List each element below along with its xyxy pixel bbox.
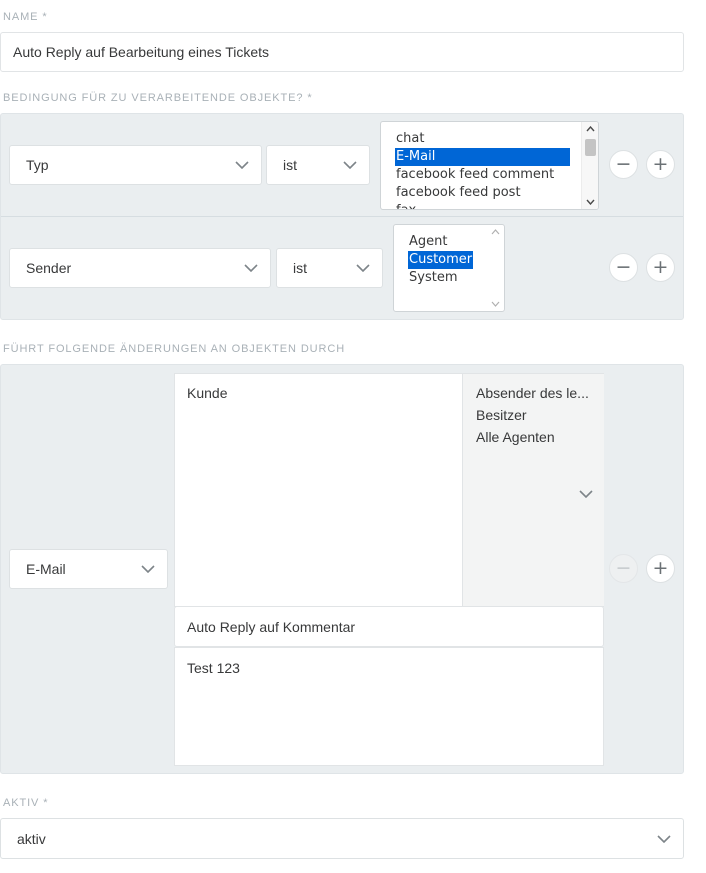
condition-2-value-listbox[interactable]: Agent Customer System [393,224,505,312]
list-option[interactable]: Agent [408,233,448,251]
scroll-down-icon[interactable] [491,301,500,307]
condition-1-value-listbox[interactable]: chat E-Mail facebook feed comment facebo… [380,121,599,210]
condition-1-attribute-select[interactable]: Typ [9,145,262,185]
minus-icon: − [615,153,632,175]
remove-action-button: − [609,554,638,583]
list-option[interactable]: fax [395,202,417,209]
add-condition-1-button[interactable]: + [646,150,675,179]
condition-2-operator-select[interactable]: ist [276,248,383,288]
condition-2-attribute-value: Sender [26,260,72,276]
active-value: aktiv [17,830,46,847]
remove-condition-1-button[interactable]: − [609,150,638,179]
plus-icon: + [652,153,669,175]
condition-2-operator-value: ist [293,260,307,276]
plus-icon: + [652,256,669,278]
active-select[interactable]: aktiv [0,818,684,859]
add-condition-2-button[interactable]: + [646,253,675,282]
name-input-value: Auto Reply auf Bearbeitung eines Tickets [13,44,270,60]
condition-2-attribute-select[interactable]: Sender [9,248,271,288]
list-option-selected[interactable]: E-Mail [395,148,570,166]
scrollbar-thumb[interactable] [585,139,596,156]
active-label: AKTIV * [3,797,49,809]
chevron-down-icon [356,264,370,272]
conditions-divider [1,216,683,217]
minus-icon: − [615,557,632,579]
condition-1-operator-select[interactable]: ist [266,145,370,185]
name-input[interactable]: Auto Reply auf Bearbeitung eines Tickets [0,32,684,72]
scroll-up-icon[interactable] [586,126,595,132]
chevron-down-icon [343,161,357,169]
add-action-button[interactable]: + [646,554,675,583]
recipient-selected-item[interactable]: Kunde [187,385,227,401]
scroll-down-icon[interactable] [586,199,595,205]
action-type-value: E-Mail [26,561,66,577]
actions-label: FÜHRT FOLGENDE ÄNDERUNGEN AN OBJEKTEN DU… [3,343,346,355]
chevron-down-icon [657,835,671,843]
action-type-select[interactable]: E-Mail [9,549,168,589]
name-label: NAME * [3,11,48,23]
chevron-down-icon [141,565,155,573]
minus-icon: − [615,256,632,278]
chevron-down-icon [235,161,249,169]
body-textarea[interactable]: Test 123 [174,647,604,766]
recipient-options-list[interactable]: Absender des le... Besitzer Alle Agenten [462,374,604,606]
subject-input[interactable]: Auto Reply auf Kommentar [174,606,604,647]
condition-1-attribute-value: Typ [26,157,49,173]
remove-condition-2-button[interactable]: − [609,253,638,282]
actions-panel: E-Mail Kunde Absender des le... Besitzer… [0,364,684,774]
scroll-up-icon[interactable] [491,229,500,235]
conditions-panel: Typ ist chat E-Mail facebook feed commen… [0,113,684,320]
chevron-down-icon[interactable] [579,490,593,498]
scrollbar[interactable] [581,122,598,209]
list-option[interactable]: System [408,269,458,287]
scrollbar[interactable] [487,225,504,311]
recipient-option[interactable]: Besitzer [476,407,527,423]
recipient-option[interactable]: Absender des le... [476,385,589,401]
chevron-down-icon [244,264,258,272]
list-option[interactable]: facebook feed post [395,184,522,202]
body-value: Test 123 [187,660,240,676]
list-option-selected[interactable]: Customer [408,251,474,269]
condition-1-operator-value: ist [283,157,297,173]
subject-value: Auto Reply auf Kommentar [187,618,356,635]
recipient-option[interactable]: Alle Agenten [476,429,555,445]
list-option[interactable]: chat [395,130,425,148]
conditions-label: BEDINGUNG FÜR ZU VERARBEITENDE OBJEKTE? … [3,92,313,104]
list-option[interactable]: facebook feed comment [395,166,555,184]
recipient-select[interactable]: Kunde Absender des le... Besitzer Alle A… [174,373,604,607]
plus-icon: + [652,557,669,579]
